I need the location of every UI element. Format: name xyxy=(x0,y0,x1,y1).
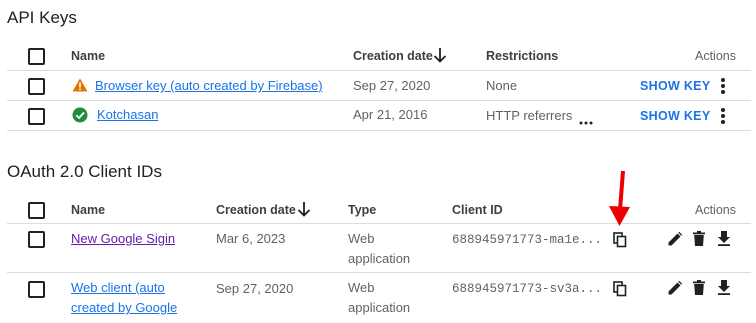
client-name-link[interactable]: Web client (auto created by Google xyxy=(71,278,177,318)
api-key-link[interactable]: Kotchasan xyxy=(97,107,158,122)
red-arrow-annotation xyxy=(607,170,631,233)
client-type-line: Web xyxy=(348,231,375,246)
download-icon[interactable] xyxy=(717,231,731,251)
row-checkbox[interactable] xyxy=(28,231,45,248)
warning-icon xyxy=(72,78,88,97)
copy-icon[interactable] xyxy=(613,281,627,302)
client-name-line: created by Google xyxy=(71,300,178,315)
client-type-line: Web xyxy=(348,280,375,295)
divider xyxy=(7,272,751,273)
row-checkbox[interactable] xyxy=(28,281,45,298)
restrictions-value: HTTP referrers xyxy=(486,108,573,123)
col-actions-header: Actions xyxy=(695,49,736,63)
client-name-line: Web client (auto xyxy=(71,280,165,295)
select-all-oauth-checkbox[interactable] xyxy=(28,202,45,219)
show-key-button[interactable]: SHOW KEY xyxy=(640,109,710,123)
col-type-header[interactable]: Type xyxy=(348,203,376,217)
client-type-line: application xyxy=(348,300,411,315)
check-circle-icon xyxy=(72,107,88,128)
row-checkbox[interactable] xyxy=(28,108,45,125)
sort-arrow-down-icon[interactable] xyxy=(297,201,311,222)
more-vert-icon[interactable] xyxy=(719,107,727,130)
copy-icon[interactable] xyxy=(613,232,627,253)
client-type: Web application xyxy=(348,229,410,269)
more-horiz-icon[interactable] xyxy=(579,112,593,130)
created-date: Sep 27, 2020 xyxy=(353,78,431,93)
client-id-value: 688945971773-sv3a... xyxy=(452,282,603,296)
sort-arrow-down-icon[interactable] xyxy=(433,47,447,68)
restrictions-value: None xyxy=(486,78,518,93)
divider xyxy=(7,130,751,131)
edit-pencil-icon[interactable] xyxy=(668,280,683,300)
row-checkbox[interactable] xyxy=(28,78,45,95)
created-date: Apr 21, 2016 xyxy=(353,107,428,122)
divider xyxy=(7,70,751,71)
more-vert-icon[interactable] xyxy=(719,77,727,100)
client-type-line: application xyxy=(348,251,411,266)
api-keys-title: API Keys xyxy=(7,8,77,27)
api-key-link[interactable]: Browser key (auto created by Firebase) xyxy=(95,78,323,93)
delete-trash-icon[interactable] xyxy=(693,280,705,300)
download-icon[interactable] xyxy=(717,280,731,300)
select-all-api-keys-checkbox[interactable] xyxy=(28,48,45,65)
divider xyxy=(7,100,751,101)
col-created-header[interactable]: Creation date xyxy=(216,203,296,217)
col-name-header[interactable]: Name xyxy=(71,203,105,217)
col-restrictions-header[interactable]: Restrictions xyxy=(486,49,558,63)
col-created-header[interactable]: Creation date xyxy=(353,49,433,63)
client-type: Web application xyxy=(348,278,410,318)
col-actions-header: Actions xyxy=(695,203,736,217)
client-id-value: 688945971773-ma1e... xyxy=(452,233,603,247)
client-name-link[interactable]: New Google Sigin xyxy=(71,231,175,246)
show-key-button[interactable]: SHOW KEY xyxy=(640,79,710,93)
col-name-header[interactable]: Name xyxy=(71,49,105,63)
col-client-id-header[interactable]: Client ID xyxy=(452,203,503,217)
edit-pencil-icon[interactable] xyxy=(668,231,683,251)
created-date: Sep 27, 2020 xyxy=(216,281,294,296)
delete-trash-icon[interactable] xyxy=(693,231,705,251)
oauth-title: OAuth 2.0 Client IDs xyxy=(7,162,162,181)
divider xyxy=(7,223,751,224)
created-date: Mar 6, 2023 xyxy=(216,231,286,246)
